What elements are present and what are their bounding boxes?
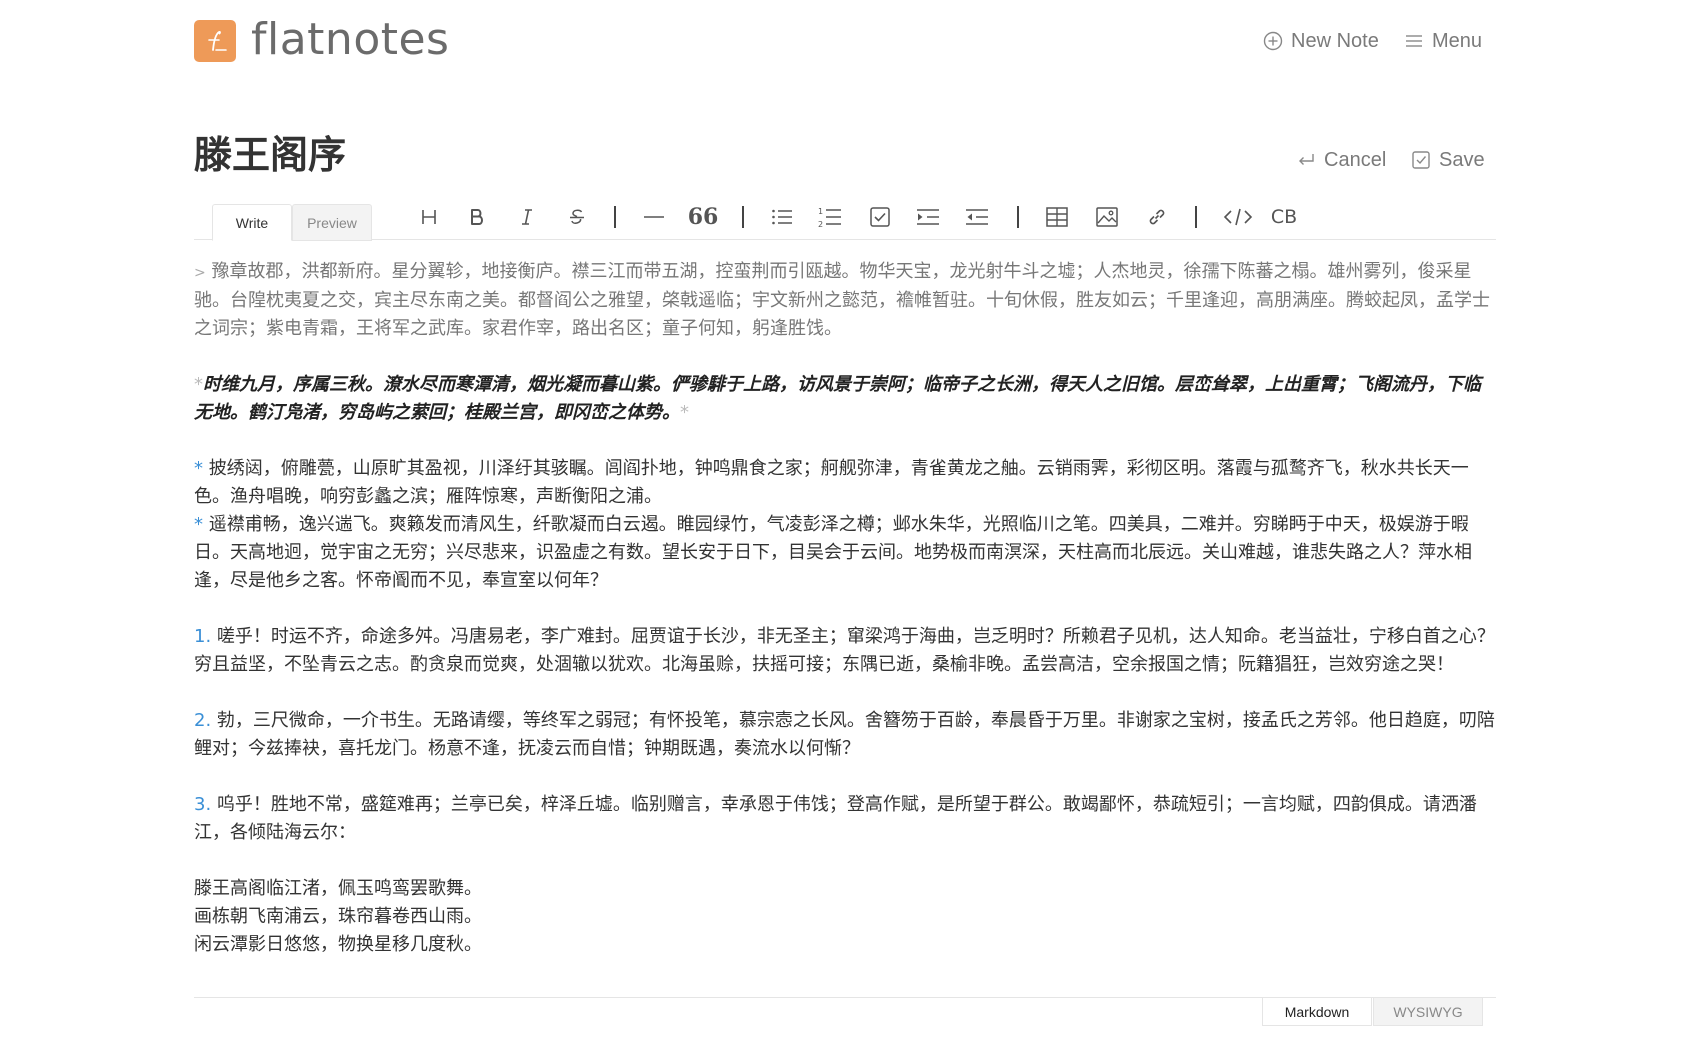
return-arrow-icon xyxy=(1299,154,1314,165)
link-icon[interactable] xyxy=(1142,202,1172,232)
ordered-item-text: 呜乎！胜地不常，盛筵难再；兰亭已矣，梓泽丘墟。临别赠言，幸承恩于伟饯；登高作赋，… xyxy=(194,794,1477,843)
bold-icon[interactable] xyxy=(462,202,492,232)
number-marker: 1. xyxy=(194,626,212,647)
poem-line: 画栋朝飞南浦云，珠帘暮卷西山雨。 xyxy=(194,906,482,927)
image-icon[interactable] xyxy=(1092,202,1122,232)
ordered-item-text: 嗟乎！时运不齐，命途多舛。冯唐易老，李广难封。屈贾谊于长沙，非无圣主；窜梁鸿于海… xyxy=(194,626,1495,675)
italic-icon[interactable] xyxy=(512,202,542,232)
bullet-marker: * xyxy=(194,458,203,479)
blockquote-marker: > xyxy=(194,265,206,281)
menu-label: Menu xyxy=(1432,29,1483,52)
tab-markdown[interactable]: Markdown xyxy=(1262,998,1372,1026)
italic-text: 时维九月，序属三秋。潦水尽而寒潭清，烟光凝而暮山紫。俨骖騑于上路，访风景于崇阿；… xyxy=(194,374,1481,423)
indent-icon[interactable] xyxy=(913,202,943,232)
logo-icon[interactable] xyxy=(194,20,236,62)
quote-icon[interactable]: 66 xyxy=(688,202,719,232)
new-note-button[interactable]: New Note xyxy=(1263,28,1379,54)
code-icon[interactable] xyxy=(1220,202,1256,232)
toolbar-separator xyxy=(742,206,744,228)
blockquote-text: 豫章故郡，洪都新府。星分翼轸，地接衡庐。襟三江而带五湖，控蛮荆而引瓯越。物华天宝… xyxy=(194,261,1490,339)
list-item: * 遥襟甫畅，逸兴遄飞。爽籁发而清风生，纤歌凝而白云遏。睢园绿竹，气凌彭泽之樽；… xyxy=(194,511,1496,595)
menu-button[interactable]: Menu xyxy=(1404,28,1482,54)
bullet-text: 遥襟甫畅，逸兴遄飞。爽籁发而清风生，纤歌凝而白云遏。睢园绿竹，气凌彭泽之樽；邺水… xyxy=(194,514,1472,591)
poem-line: 闲云潭影日悠悠，物换星移几度秋。 xyxy=(194,934,482,955)
new-note-label: New Note xyxy=(1291,29,1379,52)
strikethrough-icon[interactable] xyxy=(562,202,592,232)
save-label: Save xyxy=(1439,148,1485,171)
codeblock-icon[interactable]: CB xyxy=(1269,202,1299,232)
hamburger-icon xyxy=(1406,35,1422,47)
markdown-editor[interactable]: > 豫章故郡，洪都新府。星分翼轸，地接衡庐。襟三江而带五湖，控蛮荆而引瓯越。物华… xyxy=(194,258,1496,998)
poem-line: 滕王高阁临江渚，佩玉鸣鸾罢歌舞。 xyxy=(194,878,482,899)
bullet-marker: * xyxy=(194,514,203,535)
tab-write[interactable]: Write xyxy=(212,204,292,241)
ordered-list-icon[interactable]: 1 2 xyxy=(815,202,845,232)
cancel-label: Cancel xyxy=(1324,148,1387,171)
number-marker: 3. xyxy=(194,794,212,815)
toolbar-separator xyxy=(1017,206,1019,228)
ordered-list-item: 3. 呜乎！胜地不常，盛筵难再；兰亭已矣，梓泽丘墟。临别赠言，幸承恩于伟饯；登高… xyxy=(194,791,1496,847)
list-item: * 披绣闼，俯雕甍，山原旷其盈视，川泽纡其骇瞩。闾阎扑地，钟鸣鼎食之家；舸舰弥津… xyxy=(194,455,1496,511)
note-title: 滕王阁序 xyxy=(194,133,347,177)
task-list-icon[interactable] xyxy=(865,202,895,232)
table-icon[interactable] xyxy=(1042,202,1072,232)
cancel-button[interactable]: Cancel xyxy=(1296,147,1386,173)
number-marker: 2. xyxy=(194,710,212,731)
heading-icon[interactable] xyxy=(414,202,444,232)
svg-text:1: 1 xyxy=(818,207,823,216)
bullet-text: 披绣闼，俯雕甍，山原旷其盈视，川泽纡其骇瞩。闾阎扑地，钟鸣鼎食之家；舸舰弥津，青… xyxy=(194,458,1469,507)
tab-wysiwyg[interactable]: WYSIWYG xyxy=(1373,998,1483,1026)
tab-preview[interactable]: Preview xyxy=(292,204,372,241)
italic-paragraph: *时维九月，序属三秋。潦水尽而寒潭清，烟光凝而暮山紫。俨骖騑于上路，访风景于崇阿… xyxy=(194,371,1496,427)
toolbar-separator xyxy=(614,206,616,228)
svg-text:2: 2 xyxy=(818,220,823,229)
plus-circle-icon xyxy=(1263,31,1283,51)
horizontal-rule-icon[interactable] xyxy=(639,202,669,232)
poem-block: 滕王高阁临江渚，佩玉鸣鸾罢歌舞。 画栋朝飞南浦云，珠帘暮卷西山雨。 闲云潭影日悠… xyxy=(194,875,1496,959)
ordered-list-item: 2. 勃，三尺微命，一介书生。无路请缨，等终军之弱冠；有怀投笔，慕宗悫之长风。舍… xyxy=(194,707,1496,763)
codeblock-label: CB xyxy=(1270,206,1298,228)
outdent-icon[interactable] xyxy=(962,202,992,232)
checkbox-icon xyxy=(1412,151,1430,169)
app-name[interactable]: flatnotes xyxy=(251,14,449,65)
save-button[interactable]: Save xyxy=(1411,147,1485,173)
bullet-list-icon[interactable] xyxy=(767,202,797,232)
italic-marker-close: * xyxy=(680,402,689,423)
ordered-item-text: 勃，三尺微命，一介书生。无路请缨，等终军之弱冠；有怀投笔，慕宗悫之长风。舍簪笏于… xyxy=(194,710,1495,759)
blockquote-paragraph: > 豫章故郡，洪都新府。星分翼轸，地接衡庐。襟三江而带五湖，控蛮荆而引瓯越。物华… xyxy=(194,258,1496,343)
app-header: flatnotes New Note Menu xyxy=(0,0,1691,84)
toolbar-separator xyxy=(1195,206,1197,228)
italic-marker-open: * xyxy=(194,374,203,395)
editor-toolbar: Write Preview 66 1 2 CB xyxy=(194,196,1496,241)
ordered-list-item: 1. 嗟乎！时运不齐，命途多舛。冯唐易老，李广难封。屈贾谊于长沙，非无圣主；窜梁… xyxy=(194,623,1496,679)
